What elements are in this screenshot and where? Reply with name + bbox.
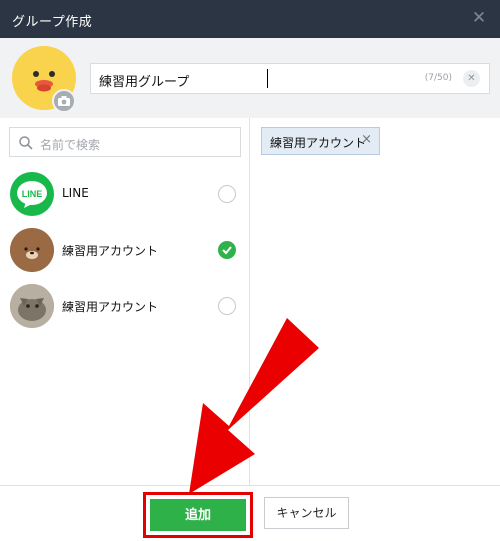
group-name-field[interactable]: 練習用グループ (7/50) ✕ [90, 63, 490, 94]
remove-chip-icon[interactable]: × [361, 132, 372, 147]
search-icon [19, 136, 33, 150]
select-radio[interactable] [218, 185, 236, 203]
window-title: グループ作成 [12, 15, 93, 30]
group-name-value: 練習用グループ [99, 75, 190, 90]
selected-members-pane: 練習用アカウント × [251, 118, 500, 485]
avatar [10, 284, 54, 328]
avatar: LINE [10, 172, 54, 216]
select-radio[interactable] [218, 297, 236, 315]
dialog-footer: 追加 キャンセル [0, 485, 500, 541]
line-logo-icon: LINE [17, 181, 47, 208]
search-input[interactable]: 名前で検索 [9, 127, 241, 157]
friend-name: LINE [62, 186, 89, 200]
checked-icon[interactable] [218, 241, 236, 259]
chip-label: 練習用アカウント [270, 136, 367, 150]
list-item[interactable]: LINE LINE [0, 166, 250, 222]
close-icon[interactable]: ✕ [468, 7, 490, 29]
friend-name: 練習用アカウント [62, 300, 159, 314]
brown-bear-icon [10, 228, 54, 272]
selected-member-chip: 練習用アカウント × [261, 127, 380, 155]
group-header: 練習用グループ (7/50) ✕ [0, 38, 500, 118]
avatar [10, 228, 54, 272]
list-item[interactable]: 練習用アカウント [0, 222, 250, 278]
group-avatar[interactable] [12, 46, 76, 113]
cancel-button[interactable]: キャンセル [264, 497, 349, 529]
text-caret [267, 69, 268, 88]
char-counter: (7/50) [424, 73, 452, 83]
highlight-box: 追加 [143, 492, 253, 538]
svg-text:LINE: LINE [22, 189, 43, 199]
friend-list-pane: 名前で検索 LINE LINE 練習用アカウント 練習用アカウント [0, 118, 250, 485]
list-item[interactable]: 練習用アカウント [0, 278, 250, 334]
friend-name: 練習用アカウント [62, 244, 159, 258]
add-button[interactable]: 追加 [150, 499, 246, 531]
title-bar: グループ作成 ✕ [0, 0, 500, 38]
search-placeholder: 名前で検索 [40, 138, 101, 152]
camera-icon[interactable] [52, 89, 76, 113]
cat-photo-icon [10, 284, 54, 328]
clear-input-icon[interactable]: ✕ [463, 70, 480, 87]
